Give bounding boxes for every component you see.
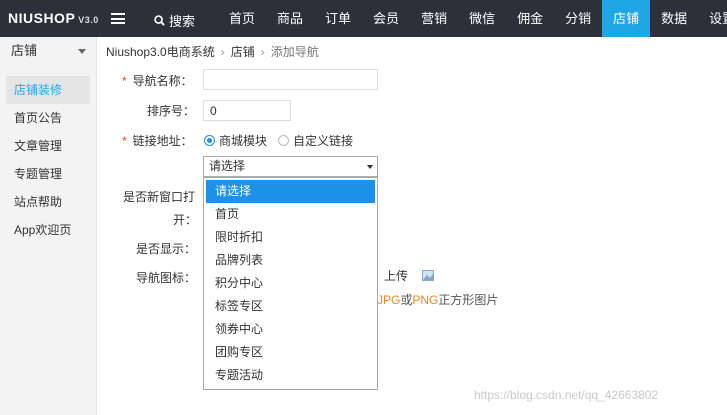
caret-down-icon [78,49,86,54]
upload-button[interactable]: 上传 [377,265,417,287]
new-window-label: 是否新窗口打 [123,190,196,204]
radio-mall-module-label[interactable]: 商城模块 [219,132,267,149]
sidebar-item-home-notice[interactable]: 首页公告 [6,104,90,132]
nav-item-shop[interactable]: 店铺 [602,0,651,37]
dropdown-arrow-icon [367,165,373,169]
nav-item-data[interactable]: 数据 [650,0,698,37]
nav-item-goods[interactable]: 商品 [266,0,314,37]
dropdown-option[interactable]: 积分中心 [206,272,375,295]
nav-item-settings[interactable]: 设置 [698,0,727,37]
sidebar-item-shop-decoration[interactable]: 店铺装修 [6,76,90,104]
nav-item-members[interactable]: 会员 [362,0,410,37]
radio-mall-module[interactable] [204,135,215,146]
breadcrumb-separator: › [260,45,265,59]
hamburger-menu-icon[interactable] [111,13,125,24]
search-label: 搜索 [169,14,196,29]
dropdown-option[interactable]: 专题活动 [206,364,375,387]
link-module-dropdown: 请选择 首页 限时折扣 品牌列表 积分中心 标签专区 领券中心 团购专区 专题活… [203,177,378,390]
logo[interactable]: NIUSHOP V3.0 [8,10,99,26]
sort-input[interactable] [203,100,291,121]
new-window-label-cont: 开： [173,213,198,227]
dropdown-option[interactable]: 标签专区 [206,295,375,318]
dropdown-option[interactable]: 首页 [206,203,375,226]
sidebar-item-site-help[interactable]: 站点帮助 [6,188,90,216]
logo-brand: NIUSHOP [8,10,76,26]
link-module-select[interactable]: 请选择 [203,156,378,177]
sidebar-item-app-welcome[interactable]: App欢迎页 [6,216,90,244]
logo-version: V3.0 [78,15,99,25]
nav-item-commission[interactable]: 佣金 [506,0,554,37]
sidebar: 店铺 店铺装修 首页公告 文章管理 专题管理 站点帮助 App欢迎页 [0,37,97,415]
search-icon [154,15,165,26]
breadcrumb-separator: › [220,45,225,59]
show-label: 是否显示： [136,242,197,256]
top-navbar: NIUSHOP V3.0 搜索 首页 商品 订单 会员 营销 微信 佣金 分销 店… [0,0,727,37]
nav-item-home[interactable]: 首页 [218,0,266,37]
dropdown-option[interactable]: 团购专区 [206,341,375,364]
sidebar-item-topics[interactable]: 专题管理 [6,160,90,188]
dropdown-option[interactable]: 限时折扣 [206,226,375,249]
sidebar-header-label: 店铺 [11,43,38,58]
main-nav: 首页 商品 订单 会员 营销 微信 佣金 分销 店铺 数据 设置 [218,0,727,37]
breadcrumb-current: 添加导航 [270,45,319,59]
radio-custom-link[interactable] [278,135,290,146]
watermark: https://blog.csdn.net/qq_42663802 [474,388,659,402]
select-value: 请选择 [209,159,246,173]
required-mark: * [122,74,127,88]
sort-label: 排序号： [147,104,196,118]
nav-name-input[interactable] [203,69,378,90]
upload-hint: JPG或PNG正方形图片 [377,293,499,307]
breadcrumb-section[interactable]: 店铺 [231,45,255,59]
link-label: * 链接地址： [122,134,193,148]
dropdown-option[interactable]: 品牌列表 [206,249,375,272]
nav-item-distribution[interactable]: 分销 [554,0,602,37]
dropdown-option[interactable]: 请选择 [206,180,375,203]
breadcrumb-root[interactable]: Niushop3.0电商系统 [106,45,215,59]
nav-name-label: * 导航名称： [122,74,193,88]
nav-item-wechat[interactable]: 微信 [458,0,506,37]
nav-item-marketing[interactable]: 营销 [410,0,458,37]
required-mark: * [122,134,127,148]
dropdown-option[interactable]: 领券中心 [206,318,375,341]
nav-icon-label: 导航图标： [136,271,197,285]
link-type-radio-group: 商城模块 自定义链接 [204,132,364,149]
search-button[interactable]: 搜索 [154,11,195,30]
sidebar-list: 店铺装修 首页公告 文章管理 专题管理 站点帮助 App欢迎页 [0,76,96,244]
image-icon [422,270,434,281]
sidebar-item-articles[interactable]: 文章管理 [6,132,90,160]
nav-item-orders[interactable]: 订单 [314,0,362,37]
radio-custom-link-label[interactable]: 自定义链接 [293,132,353,149]
sidebar-header[interactable]: 店铺 [0,37,96,65]
breadcrumb: Niushop3.0电商系统 › 店铺 › 添加导航 [106,43,319,60]
